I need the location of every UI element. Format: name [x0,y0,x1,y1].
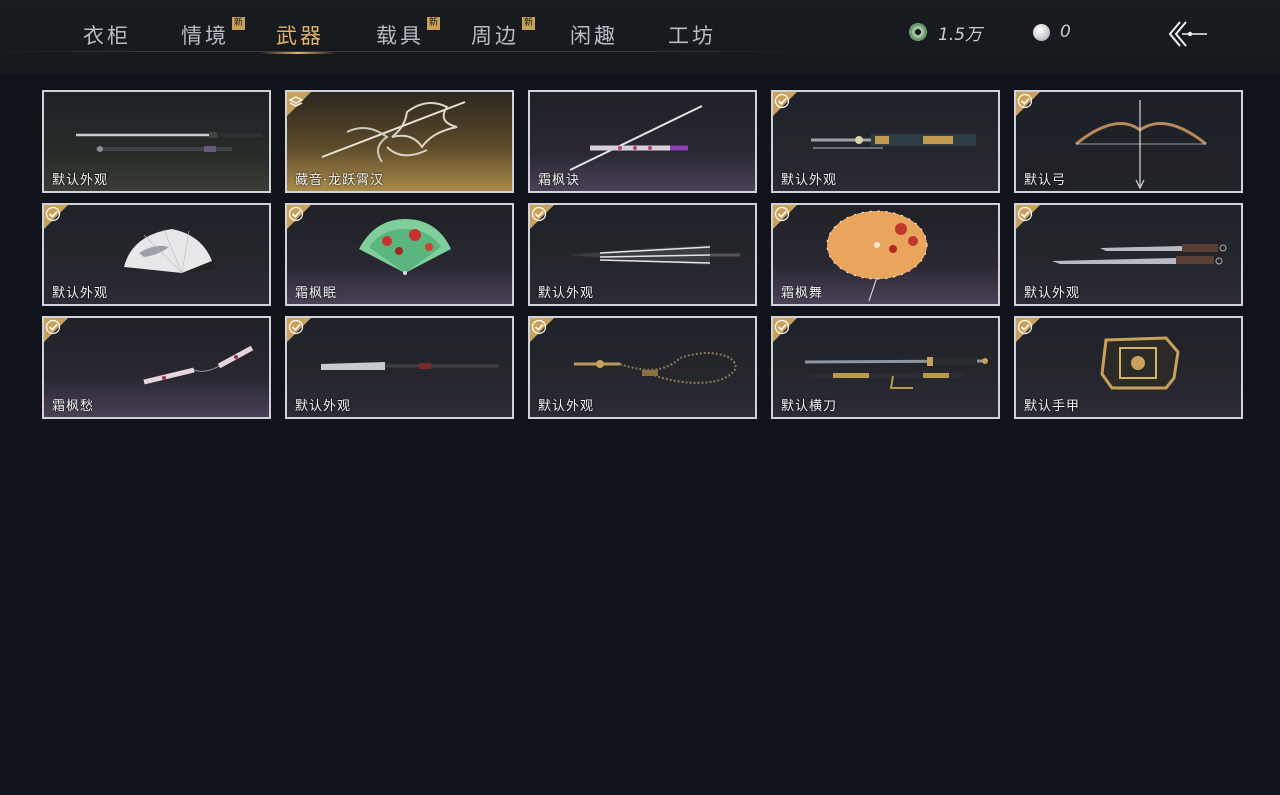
check-icon [530,205,554,229]
check-icon [1016,92,1040,116]
weapon-card[interactable]: 默认外观 [1014,203,1243,306]
check-icon [1016,318,1040,342]
check-icon [773,318,797,342]
tab-scene[interactable]: 情境 新 [181,17,245,52]
item-label: 默认外观 [538,399,595,414]
weapon-card[interactable]: 默认弓 [1014,90,1243,193]
item-label: 默认弓 [1024,173,1067,188]
back-button[interactable] [1166,18,1210,50]
tab-label: 载具 [376,24,424,48]
tab-wardrobe[interactable]: 衣柜 [83,20,131,52]
tab-label: 武器 [276,24,324,48]
weapon-card[interactable]: 霜枫眠 [285,203,514,306]
check-icon [1016,205,1040,229]
weapon-card[interactable]: 藏音·龙跃霄汉 [285,90,514,193]
tab-label: 闲趣 [570,24,618,48]
jade-coin-icon [908,22,928,42]
tab-label: 周边 [471,24,519,48]
weapon-card[interactable]: 默认外观 [42,90,271,193]
top-bar: 衣柜 情境 新 武器 载具 新 周边 新 闲趣 工坊 1.5万 0 [0,0,1280,74]
tab-leisure[interactable]: 闲趣 [570,20,618,52]
category-tabs: 衣柜 情境 新 武器 载具 新 周边 新 闲趣 工坊 [0,0,790,74]
item-label: 霜枫诀 [538,173,581,188]
check-icon [44,205,68,229]
weapon-card[interactable]: 霜枫舞 [771,203,1000,306]
new-badge: 新 [427,17,440,30]
pearl-amount: 0 [1060,22,1071,42]
pearl-icon [1033,23,1050,41]
item-label: 默认手甲 [1024,399,1081,414]
check-icon [287,318,311,342]
new-badge: 新 [232,17,245,30]
item-label: 默认横刀 [781,399,838,414]
item-label: 默认外观 [781,173,838,188]
check-icon [773,205,797,229]
tab-workshop[interactable]: 工坊 [668,20,716,52]
weapon-card[interactable]: 霜枫愁 [42,316,271,419]
item-label: 藏音·龙跃霄汉 [295,173,385,188]
item-label: 默认外观 [295,399,352,414]
jade-currency: 1.5万 [908,20,983,45]
weapon-card[interactable]: 默认外观 [528,203,757,306]
tab-weapons[interactable]: 武器 [260,20,336,54]
pearl-currency: 0 [1033,20,1071,44]
weapon-grid: 默认外观 藏音·龙跃霄汉 霜枫诀 默认外观 默认弓 默认外观 霜枫眠 默认外观 … [42,90,1243,419]
weapon-card[interactable]: 默认外观 [771,90,1000,193]
check-icon [44,318,68,342]
tab-label: 情境 [181,24,229,48]
weapon-card[interactable]: 霜枫诀 [528,90,757,193]
item-label: 默认外观 [52,173,109,188]
item-label: 霜枫愁 [52,399,95,414]
tab-vehicles[interactable]: 载具 新 [376,17,440,52]
weapon-card[interactable]: 默认手甲 [1014,316,1243,419]
weapon-card[interactable]: 默认外观 [42,203,271,306]
tab-label: 衣柜 [83,24,131,48]
check-icon [530,318,554,342]
layers-icon [287,92,311,116]
check-icon [773,92,797,116]
tab-label: 工坊 [668,24,716,48]
back-arrow-icon [1168,21,1207,47]
item-label: 默认外观 [1024,286,1081,301]
jade-amount: 1.5万 [938,24,983,45]
weapon-card[interactable]: 默认外观 [528,316,757,419]
item-label: 霜枫眠 [295,286,338,301]
item-label: 默认外观 [538,286,595,301]
new-badge: 新 [522,17,535,30]
item-label: 默认外观 [52,286,109,301]
item-label: 霜枫舞 [781,286,824,301]
weapon-card[interactable]: 默认横刀 [771,316,1000,419]
check-icon [287,205,311,229]
weapon-card[interactable]: 默认外观 [285,316,514,419]
tab-peripherals[interactable]: 周边 新 [471,17,535,52]
